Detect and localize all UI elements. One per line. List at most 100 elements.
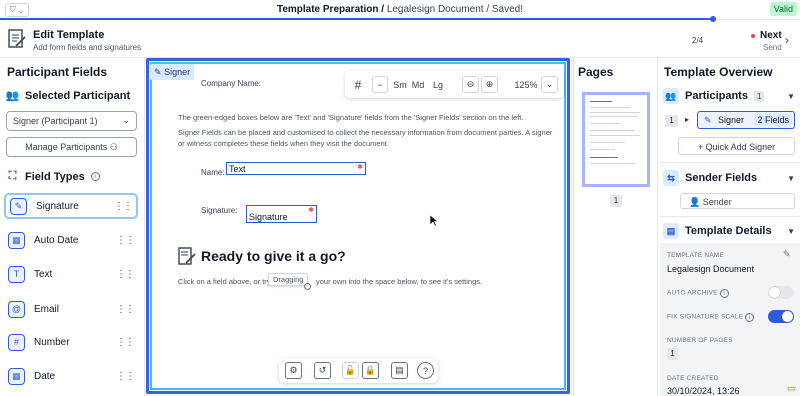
- manage-participants-button[interactable]: Manage Participants ⚇: [6, 137, 137, 157]
- panel-title: Participant Fields: [7, 65, 108, 79]
- page-subtitle: Add form fields and signatures: [33, 43, 142, 52]
- drag-handle-icon[interactable]: ⋮⋮: [116, 337, 135, 348]
- name-label: Name:: [201, 168, 225, 177]
- zoom-toolbar: # − Sm Md Lg ⊖ ⊕ 125% ⌄: [345, 71, 564, 98]
- preview-icon[interactable]: ▤: [391, 362, 408, 379]
- step-counter: 2/4: [692, 36, 704, 45]
- info-icon[interactable]: i: [745, 313, 755, 322]
- instruction-paragraph-1: The green-edged boxes below are 'Text' a…: [178, 113, 524, 122]
- at-icon: @: [8, 300, 25, 318]
- signature-label: Signature:: [201, 206, 238, 215]
- edit-template-icon: [8, 29, 26, 48]
- grid-icon[interactable]: #: [351, 76, 365, 93]
- undo-icon[interactable]: ↺: [314, 362, 331, 379]
- quick-add-signer-button[interactable]: + Quick Add Signer: [678, 137, 795, 155]
- dragging-chip[interactable]: Dragging: [268, 273, 309, 286]
- zoom-dropdown-chevron-icon[interactable]: ⌄: [541, 76, 558, 93]
- window-title: Template Preparation / Legalesign Docume…: [276, 4, 524, 15]
- fix-signature-scale-label: FIX SIGNATURE SCALE i: [667, 313, 755, 322]
- template-name-value: Legalesign Document: [667, 264, 755, 274]
- participants-heading[interactable]: 👥 Participants 1 ▼: [663, 88, 795, 104]
- calendar-icon: ▦: [8, 367, 25, 385]
- caret-down-icon: ▼: [787, 91, 795, 101]
- signature-field[interactable]: Signature ✱: [246, 205, 317, 223]
- sender-item[interactable]: 👤 Sender: [680, 193, 795, 209]
- participant-fields-panel: Participant Fields 👥 Selected Participant…: [0, 58, 145, 396]
- drag-handle-icon[interactable]: ⋮⋮: [116, 371, 135, 382]
- info-icon[interactable]: i: [719, 289, 729, 298]
- drag-handle-icon[interactable]: ⋮⋮: [116, 269, 135, 280]
- pages-panel: Pages 1: [573, 58, 657, 396]
- field-type-number[interactable]: # Number ⋮⋮: [4, 329, 138, 355]
- caret-right-icon[interactable]: ▸: [685, 115, 689, 124]
- participant-select[interactable]: Signer (Participant 1) ⌄: [6, 111, 137, 131]
- field-type-text[interactable]: T Text ⋮⋮: [4, 261, 138, 287]
- field-count-badge: 2 Fields: [754, 114, 792, 126]
- template-name-label: TEMPLATE NAME: [667, 252, 725, 259]
- hash-icon: #: [8, 333, 25, 351]
- page-thumbnail[interactable]: [582, 92, 650, 187]
- calendar-icon: ▦: [8, 231, 25, 249]
- edit-pencil-icon[interactable]: ✎: [783, 249, 791, 260]
- zoom-in-icon[interactable]: ⊕: [481, 76, 498, 93]
- lock-icon[interactable]: 🔒: [362, 362, 379, 379]
- signer-tag: ✎ Signer: [150, 64, 195, 80]
- top-bar: ⛉ ⌄ Template Preparation / Legalesign Doc…: [0, 0, 800, 20]
- drag-handle-icon[interactable]: ⋮⋮: [114, 201, 133, 212]
- text-field[interactable]: Text ✱: [226, 162, 366, 175]
- field-type-email[interactable]: @ Email ⋮⋮: [4, 296, 138, 322]
- template-details-heading[interactable]: ▤ Template Details ▼: [663, 223, 795, 239]
- mouse-cursor-icon: [430, 215, 439, 227]
- user-icon: 👤: [689, 197, 701, 207]
- bottom-toolbar: ⚙ ↺ 🔓 🔒 ▤ ?: [279, 358, 438, 383]
- status-badge: Valid: [769, 2, 797, 16]
- zoom-level: 125%: [514, 79, 538, 90]
- click-instruction-a: Click on a field above, or try: [178, 277, 271, 286]
- page-number[interactable]: 1: [610, 195, 622, 207]
- click-instruction-b: your own into the space below, to see it…: [316, 277, 483, 286]
- field-settings-icon[interactable]: ⚙: [285, 362, 302, 379]
- zoom-out-icon[interactable]: ⊖: [462, 76, 479, 93]
- chevron-down-icon: ⌄: [122, 115, 130, 125]
- help-icon[interactable]: ?: [417, 362, 434, 379]
- caret-down-icon: ▼: [787, 173, 795, 183]
- text-icon: T: [8, 265, 25, 283]
- page-title: Edit Template: [33, 29, 105, 41]
- users-icon: ⚇: [109, 142, 118, 152]
- date-created-value: 30/10/2024, 13:26: [667, 386, 740, 396]
- chevron-right-icon[interactable]: ›: [785, 33, 789, 47]
- auto-archive-toggle[interactable]: [768, 286, 794, 299]
- next-button[interactable]: Next: [760, 30, 782, 41]
- users-icon: 👥: [5, 90, 20, 102]
- drag-handle-icon[interactable]: ⋮⋮: [116, 304, 135, 315]
- number-of-pages-label: NUMBER OF PAGES: [667, 337, 733, 344]
- field-type-auto-date[interactable]: ▦ Auto Date ⋮⋮: [4, 227, 138, 253]
- document-icon: ▤: [663, 223, 679, 239]
- page-header: Edit Template Add form fields and signat…: [0, 21, 800, 58]
- auto-archive-label: AUTO ARCHIVE i: [667, 289, 729, 298]
- scan-icon: ⛶: [8, 170, 17, 182]
- size-decrease-button[interactable]: −: [372, 76, 388, 93]
- sender-icon: ⇆: [663, 170, 679, 186]
- unlock-icon[interactable]: 🔓: [342, 362, 359, 379]
- signer-row[interactable]: ✎ Signer 2 Fields: [697, 111, 795, 129]
- chat-icon[interactable]: ▭: [787, 383, 796, 394]
- size-sm-button[interactable]: Sm: [393, 76, 407, 93]
- selected-participant-heading: 👥 Selected Participant: [5, 89, 131, 103]
- field-type-date[interactable]: ▦ Date ⋮⋮: [4, 363, 138, 389]
- size-md-button[interactable]: Md: [411, 76, 425, 93]
- info-icon[interactable]: i: [90, 172, 100, 181]
- drag-cursor-icon: [304, 283, 311, 290]
- ready-heading: Ready to give it a go?: [201, 248, 346, 264]
- signature-icon: ✎: [154, 67, 162, 77]
- sender-fields-heading[interactable]: ⇆ Sender Fields ▼: [663, 170, 795, 186]
- signature-icon: ✎: [704, 115, 712, 125]
- drag-handle-icon[interactable]: ⋮⋮: [116, 235, 135, 246]
- fix-signature-scale-toggle[interactable]: [768, 310, 794, 323]
- field-type-signature[interactable]: ✎ Signature ⋮⋮: [4, 193, 138, 219]
- document-frame: [146, 58, 570, 394]
- progress-bar: [0, 18, 713, 20]
- pages-title: Pages: [578, 65, 614, 79]
- size-lg-button[interactable]: Lg: [431, 76, 445, 93]
- divider: [660, 216, 800, 217]
